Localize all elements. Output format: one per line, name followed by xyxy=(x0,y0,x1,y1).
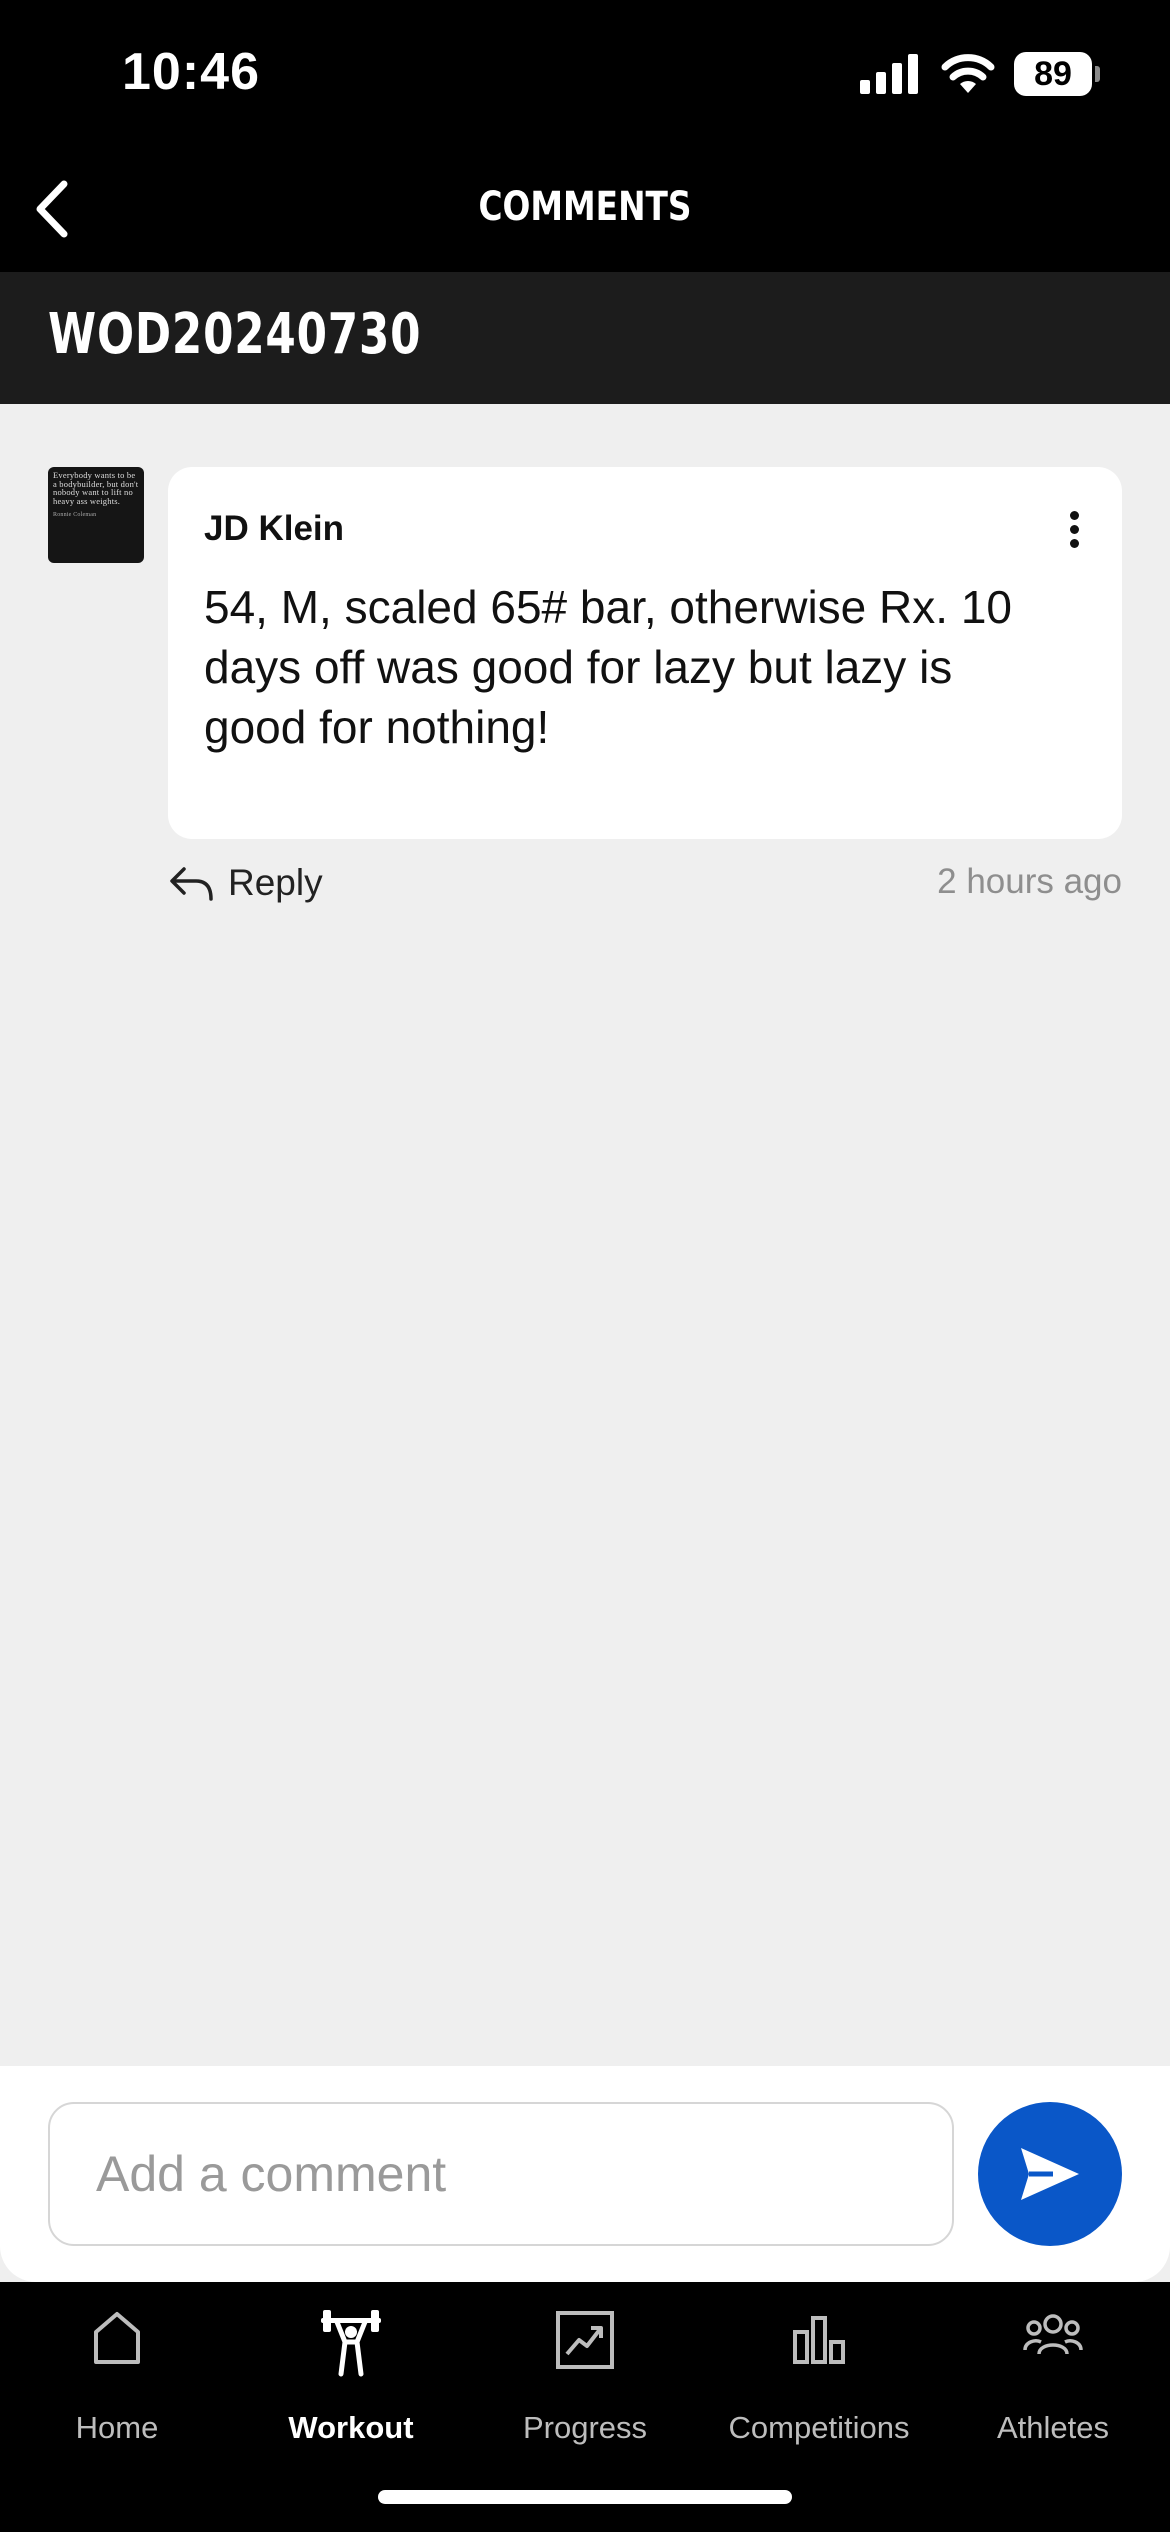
comment-author[interactable]: JD Klein xyxy=(204,509,344,549)
avatar[interactable]: Everybody wants to be a bodybuilder, but… xyxy=(48,467,144,563)
tab-label: Competitions xyxy=(728,2410,910,2445)
reply-label: Reply xyxy=(228,862,323,903)
send-button[interactable] xyxy=(978,2102,1122,2246)
comment-timestamp: 2 hours ago xyxy=(937,862,1122,901)
wifi-icon xyxy=(941,54,995,93)
chevron-left-icon xyxy=(36,180,68,238)
comments-screen: 10:46 89 COMMENTS WOD20240730 Everybody … xyxy=(0,0,1170,2532)
podium-icon xyxy=(793,2316,845,2364)
tab-label: Athletes xyxy=(996,2410,1109,2445)
reply-icon xyxy=(170,867,213,901)
battery-level: 89 xyxy=(1034,54,1072,93)
wod-banner: WOD20240730 xyxy=(0,272,1170,404)
tab-label: Workout xyxy=(288,2410,414,2445)
tab-workout[interactable]: Workout xyxy=(234,2302,468,2452)
reply-button[interactable]: Reply xyxy=(168,858,323,908)
back-button[interactable] xyxy=(20,174,90,244)
trend-chart-icon xyxy=(556,2311,614,2369)
status-time: 10:46 xyxy=(122,43,260,101)
page-title: COMMENTS xyxy=(478,184,692,230)
comment-composer xyxy=(0,2066,1170,2282)
tab-label: Progress xyxy=(522,2410,648,2445)
tab-label: Home xyxy=(75,2410,159,2445)
home-indicator xyxy=(378,2490,792,2504)
avatar-quote: Everybody wants to be a bodybuilder, but… xyxy=(53,470,139,506)
comment-input[interactable] xyxy=(48,2102,954,2246)
comment-text: 54, M, scaled 65# bar, otherwise Rx. 10 … xyxy=(204,581,1012,753)
more-options-icon[interactable] xyxy=(1066,511,1082,551)
people-icon xyxy=(1023,2314,1083,2355)
tab-home[interactable]: Home xyxy=(0,2302,234,2452)
home-icon xyxy=(94,2312,140,2364)
barbell-icon xyxy=(321,2310,381,2377)
nav-header: COMMENTS xyxy=(0,150,1170,272)
battery-icon: 89 xyxy=(1014,52,1100,96)
wod-title: WOD20240730 xyxy=(48,302,422,367)
send-icon xyxy=(1021,2148,1079,2200)
tab-progress[interactable]: Progress xyxy=(468,2302,702,2452)
status-icons: 89 xyxy=(860,52,1100,96)
status-bar: 10:46 89 xyxy=(0,0,1170,150)
comment-card: JD Klein 54, M, scaled 65# bar, otherwis… xyxy=(168,467,1122,839)
tab-competitions[interactable]: Competitions xyxy=(702,2302,936,2452)
avatar-credit: Ronnie Coleman xyxy=(53,512,97,519)
tab-athletes[interactable]: Athletes xyxy=(936,2302,1170,2452)
signal-icon xyxy=(860,54,918,94)
